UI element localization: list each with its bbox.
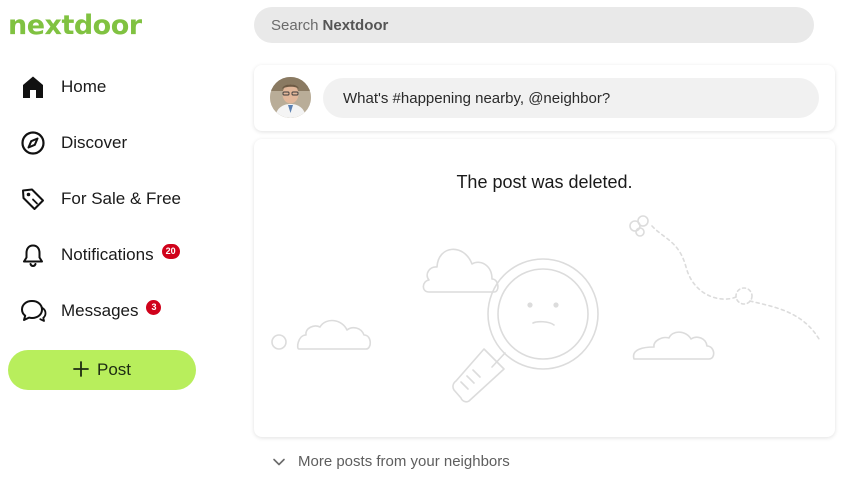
post-button[interactable]: Post <box>8 350 196 390</box>
search-input[interactable]: Search Nextdoor <box>254 7 814 43</box>
chevron-down-icon <box>272 457 286 467</box>
tag-icon <box>18 184 48 214</box>
sidebar-item-label: Home <box>61 77 107 96</box>
magnifier-sad-face-illustration <box>271 215 820 403</box>
composer-placeholder: What's #happening nearby, @neighbor? <box>343 89 611 107</box>
sidebar-item-messages[interactable]: Messages 3 <box>18 291 208 331</box>
composer-input[interactable]: What's #happening nearby, @neighbor? <box>323 78 819 118</box>
chat-icon <box>18 296 48 326</box>
post-card: The post was deleted. <box>254 139 835 437</box>
sidebar-item-for-sale-free[interactable]: For Sale & Free <box>18 179 208 219</box>
more-posts-toggle[interactable]: More posts from your neighbors <box>272 453 510 470</box>
post-composer: What's #happening nearby, @neighbor? <box>254 65 835 131</box>
sidebar-item-label: Discover <box>61 133 128 152</box>
search-placeholder-brand: Nextdoor <box>322 16 389 34</box>
sidebar-item-label: For Sale & Free <box>61 189 181 208</box>
sidebar-item-notifications[interactable]: Notifications 20 <box>18 235 208 275</box>
search-placeholder-prefix: Search <box>271 16 319 34</box>
home-icon <box>18 72 48 102</box>
more-posts-label: More posts from your neighbors <box>298 453 510 470</box>
notification-count-badge: 20 <box>161 243 180 259</box>
post-button-label: Post <box>96 360 132 379</box>
nextdoor-logo[interactable]: nextdoor <box>8 10 142 42</box>
plus-icon <box>73 360 89 380</box>
bell-icon <box>18 240 48 270</box>
avatar[interactable] <box>270 77 311 118</box>
sidebar-item-home[interactable]: Home <box>18 67 208 107</box>
messages-count-badge: 3 <box>146 299 162 315</box>
sidebar-item-discover[interactable]: Discover <box>18 123 208 163</box>
sidebar-item-label: Messages <box>61 301 139 320</box>
sidebar-item-label: Notifications <box>61 245 154 264</box>
compass-icon <box>18 128 48 158</box>
